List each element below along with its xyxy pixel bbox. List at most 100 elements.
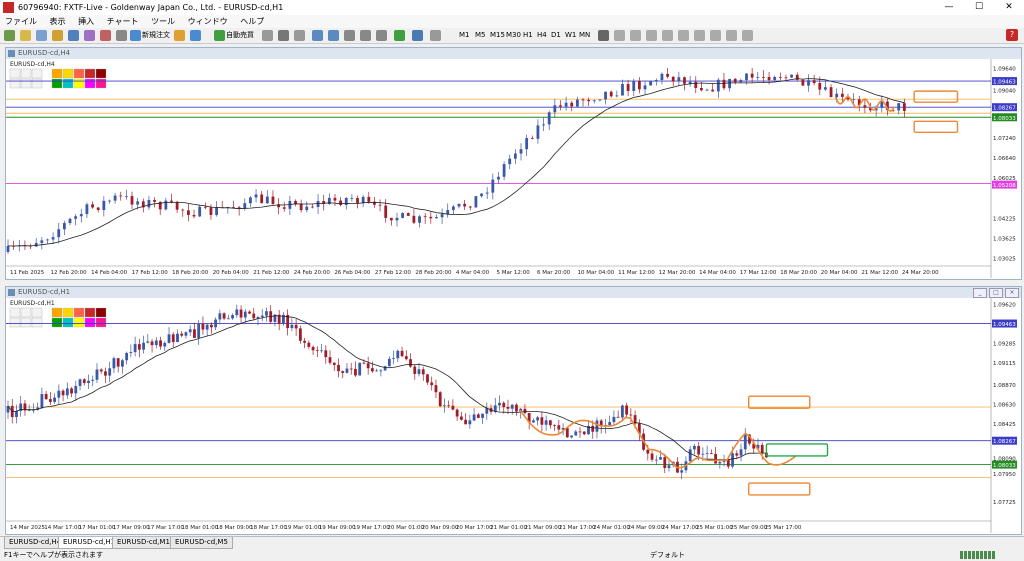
candle-body (604, 91, 607, 100)
timeframe-h4[interactable]: H4 (536, 30, 548, 41)
timeframe-m1[interactable]: M1 (458, 30, 471, 41)
candle-body (396, 350, 400, 359)
candle-body (239, 309, 243, 318)
timeframe-d1[interactable]: D1 (550, 30, 562, 41)
indicators-icon[interactable] (394, 30, 405, 41)
tile-windows-icon[interactable] (344, 30, 355, 41)
chart-restore-button[interactable]: □ (989, 288, 1003, 298)
candle-body (660, 73, 664, 80)
maximize-button[interactable]: ☐ (964, 0, 994, 15)
status-help-text: F1キーでヘルプが表示されます (4, 551, 104, 559)
horizontal-line-icon[interactable] (646, 30, 657, 41)
status-profile: デフォルト (650, 551, 685, 559)
candle-chart-icon[interactable] (278, 30, 289, 41)
chart-shift-icon[interactable] (376, 30, 387, 41)
templates-icon[interactable] (430, 30, 441, 41)
menu-insert[interactable]: 挿入 (73, 15, 99, 28)
drawing-tool-button (9, 307, 21, 318)
time-axis-label: 28 Feb 20:00 (415, 270, 452, 276)
label-icon[interactable] (726, 30, 737, 41)
tab-eurusd-m5[interactable]: EURUSD-cd,M5 (170, 537, 233, 549)
price-axis-label: 1.06640 (993, 156, 1016, 162)
candle-body (121, 360, 124, 367)
timeframe-m5[interactable]: M5 (474, 30, 487, 41)
open-profile-icon[interactable] (20, 30, 31, 41)
periods-icon[interactable] (412, 30, 423, 41)
fibonacci-icon[interactable] (694, 30, 705, 41)
zoom-in-icon[interactable] (312, 30, 323, 41)
drawing-tool-button (31, 78, 43, 89)
timeframe-m30[interactable]: M30 (505, 30, 522, 41)
candle-body (235, 309, 239, 316)
time-axis-label: 17 Mar 09:00 (113, 525, 150, 531)
text-icon[interactable] (710, 30, 721, 41)
market-watch-icon[interactable] (36, 30, 47, 41)
candle-body (654, 79, 658, 82)
chart-window-h4[interactable]: EURUSD-cd,H4 EURUSD-cd,H4 1.09640 1.09463 1… (5, 47, 1022, 280)
candle-body (438, 392, 442, 407)
price-axis-label: 1.09040 (993, 89, 1016, 95)
time-axis-label: 14 Mar 2025 (10, 525, 45, 531)
arrow-tools-icon[interactable] (742, 30, 753, 41)
candle-body (116, 358, 120, 367)
price-axis-label: 1.09463 (993, 322, 1016, 328)
color-swatch (84, 317, 96, 328)
color-swatch (95, 317, 107, 328)
price-chart-h4[interactable]: EURUSD-cd,H4 1.09640 1.09463 1.09040 1.08267… (6, 59, 1019, 278)
candle-body (124, 196, 128, 197)
close-button[interactable]: ✕ (994, 0, 1024, 15)
metaeditor-icon[interactable] (174, 30, 185, 41)
candle-body (341, 371, 345, 373)
menu-chart[interactable]: チャート (102, 15, 144, 28)
candle-body (654, 459, 658, 461)
crosshair-icon[interactable] (614, 30, 625, 41)
candle-body (840, 93, 844, 97)
menu-tools[interactable]: ツール (146, 15, 180, 28)
chart-close-button[interactable]: × (1005, 288, 1019, 298)
timeframe-mn[interactable]: MN (578, 30, 591, 41)
menu-view[interactable]: 表示 (45, 15, 71, 28)
trendline-icon[interactable] (662, 30, 673, 41)
time-axis-label: 14 Mar 04:00 (699, 270, 736, 276)
bar-chart-icon[interactable] (262, 30, 273, 41)
chart-background (6, 298, 1019, 533)
zoom-out-icon[interactable] (328, 30, 339, 41)
line-chart-icon[interactable] (294, 30, 305, 41)
history-icon[interactable] (100, 30, 111, 41)
chart-window-h1[interactable]: EURUSD-cd,H1 _ □ × EURUSD-cd,H1 1.09620 1.… (5, 286, 1022, 535)
tab-eurusd-h4[interactable]: EURUSD-cd,H4 (4, 537, 67, 549)
timeframe-w1[interactable]: W1 (564, 30, 577, 41)
chart-minimize-button[interactable]: _ (973, 288, 987, 298)
help-icon[interactable]: ? (1006, 29, 1018, 41)
auto-scroll-icon[interactable] (360, 30, 371, 41)
tab-eurusd-h1[interactable]: EURUSD-cd,H1 (58, 537, 121, 549)
time-axis-label: 24 Mar 17:00 (662, 525, 699, 531)
menu-file[interactable]: ファイル (0, 15, 42, 28)
navigator-icon[interactable] (52, 30, 63, 41)
candle-body (193, 329, 196, 338)
menu-help[interactable]: ヘルプ (235, 15, 269, 28)
price-chart-h1[interactable]: EURUSD-cd,H1 1.09620 1.09463 1.09285 1.09115… (6, 298, 1019, 533)
candle-body (612, 416, 616, 423)
terminal-icon[interactable] (68, 30, 79, 41)
new-order-button[interactable]: 新規注文 (142, 30, 170, 41)
candle-body (625, 405, 629, 415)
candle-body (677, 77, 681, 82)
signals-icon[interactable] (190, 30, 201, 41)
cursor-icon[interactable] (598, 30, 609, 41)
auto-trade-button[interactable]: 自動売買 (226, 30, 254, 41)
menu-window[interactable]: ウィンドウ (183, 15, 233, 28)
settings-icon[interactable] (116, 30, 127, 41)
channel-icon[interactable] (678, 30, 689, 41)
strategy-tester-icon[interactable] (84, 30, 95, 41)
price-axis-label: 1.09115 (993, 361, 1016, 367)
price-axis-label: 1.07950 (993, 472, 1016, 478)
timeframe-h1[interactable]: H1 (522, 30, 534, 41)
candle-body (472, 414, 476, 421)
candle-body (418, 216, 421, 223)
new-chart-icon[interactable] (4, 30, 15, 41)
minimize-button[interactable]: — (934, 0, 964, 15)
timeframe-m15[interactable]: M15 (489, 30, 506, 41)
vertical-line-icon[interactable] (630, 30, 641, 41)
candle-body (218, 313, 222, 320)
